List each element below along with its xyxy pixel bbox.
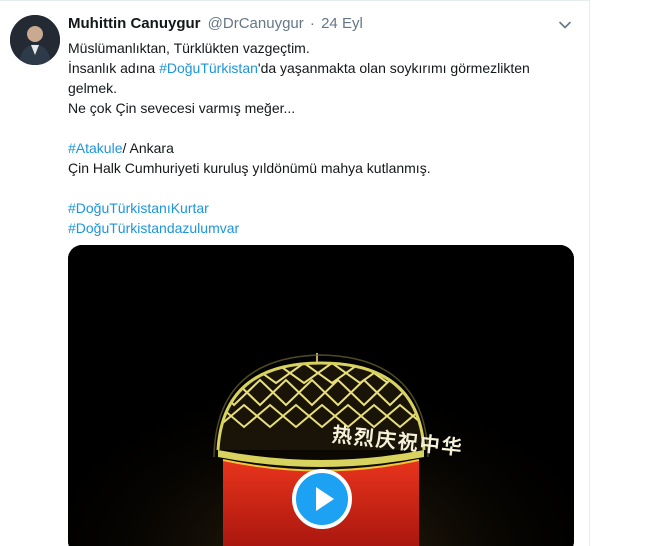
line-spacer	[68, 118, 548, 138]
hashtag-link[interactable]: #DoğuTürkistandazulumvar	[68, 220, 239, 236]
author-handle[interactable]: @DrCanuygur	[208, 15, 304, 32]
tweet-text-segment: 'da yaşanmakta olan soykırımı görmezlikt…	[257, 60, 530, 76]
hashtag-link[interactable]: #Atakule	[68, 140, 122, 156]
tweet-line: #Atakule/ Ankara	[68, 138, 548, 158]
play-icon	[316, 487, 334, 511]
avatar[interactable]	[10, 15, 60, 65]
timestamp[interactable]: 24 Eyl	[321, 15, 363, 32]
hashtag-link[interactable]: #DoğuTürkistanıKurtar	[68, 200, 209, 216]
line-spacer	[68, 178, 548, 198]
avatar-image	[10, 15, 60, 65]
chevron-down-icon[interactable]	[557, 17, 573, 33]
tweet-text-segment: / Ankara	[122, 140, 174, 156]
tweet-header: Muhittin Canuygur @DrCanuygur · 24 Eyl	[68, 15, 363, 33]
tweet-line: Ne çok Çin sevecesi varmış meğer...	[68, 100, 296, 116]
video-player[interactable]: 热烈庆祝中华	[68, 245, 574, 546]
tweet-line: #DoğuTürkistandazulumvar	[68, 218, 548, 238]
tweet-card[interactable]: Muhittin Canuygur @DrCanuygur · 24 Eyl M…	[0, 0, 590, 546]
play-button[interactable]	[292, 469, 352, 529]
tweet-text: Müslümanlıktan, Türklükten vazgeçtim. İn…	[68, 38, 548, 238]
tweet-line: #DoğuTürkistanıKurtar	[68, 198, 548, 218]
tweet-line: Çin Halk Cumhuriyeti kuruluş yıldönümü m…	[68, 160, 431, 176]
hashtag-link[interactable]: #DoğuTürkistan	[159, 60, 258, 76]
separator-dot: ·	[309, 15, 315, 32]
tweet-line: gelmek.	[68, 80, 118, 96]
author-name[interactable]: Muhittin Canuygur	[68, 15, 200, 32]
tweet-text-segment: İnsanlık adına	[68, 60, 160, 76]
tweet-line: İnsanlık adına #DoğuTürkistan'da yaşanma…	[68, 58, 548, 78]
tweet-line: Müslümanlıktan, Türklükten vazgeçtim.	[68, 40, 310, 56]
